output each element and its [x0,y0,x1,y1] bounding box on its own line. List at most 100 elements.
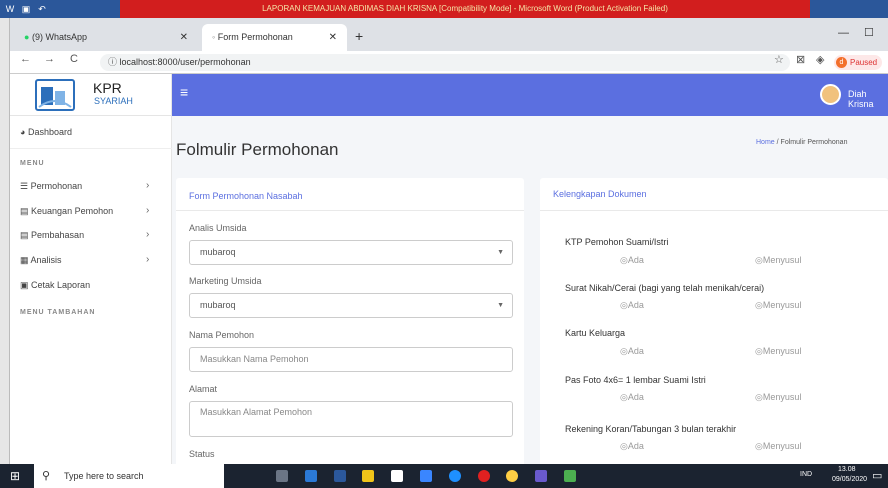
radio-menyusul[interactable]: ◎Menyusul [755,441,801,452]
sidebar-item-analisis[interactable]: ▦ Analisis [20,255,62,266]
close-icon[interactable]: ✕ [180,24,188,51]
chevron-right-icon[interactable]: › [146,254,149,265]
edge-icon[interactable] [449,470,461,482]
sidebar-item-keuangan-pemohon[interactable]: ▤ Keuangan Pemohon [20,206,113,217]
breadcrumb-current: Folmulir Permohonan [780,139,848,146]
dashboard-icon: ◕ [20,127,26,137]
store-icon[interactable] [362,470,374,482]
reload-icon[interactable]: C [70,53,78,65]
user-avatar[interactable] [820,84,841,105]
chevron-right-icon[interactable]: › [146,180,149,191]
breadcrumb: Home / Folmulir Permohonan [756,139,847,146]
app-icon-2[interactable] [564,470,576,482]
hamburger-menu-icon[interactable]: ≡ [180,84,188,100]
chevron-right-icon[interactable]: › [146,229,149,240]
extension-icon[interactable]: ⊠ [796,53,805,66]
taskbar-search[interactable]: Type here to search [34,464,224,488]
option-label: Ada [627,392,644,402]
chevron-down-icon: ▼ [497,302,504,309]
radio-menyusul[interactable]: ◎Menyusul [755,392,801,403]
sidebar-label: Keuangan Pemohon [31,206,114,216]
option-label: Menyusul [762,392,802,402]
page-title: Folmulir Permohonan [176,140,339,159]
clock-time[interactable]: 13.08 [838,466,856,473]
sidebar-label: Dashboard [27,127,72,137]
tab-whatsapp[interactable]: ● (9) WhatsApp ✕ [14,24,198,51]
sidebar-label: Analisis [30,255,62,265]
radio-ada[interactable]: ◎Ada [620,346,644,357]
chevron-right-icon[interactable]: › [146,205,149,216]
radio-menyusul[interactable]: ◎Menyusul [755,300,801,311]
card-divider [176,210,524,211]
word-icon[interactable]: W [4,3,16,15]
nama-input[interactable]: Masukkan Nama Pemohon [189,347,513,372]
sidebar-item-cetak-laporan[interactable]: ▣ Cetak Laporan [20,280,90,291]
radio-ada[interactable]: ◎Ada [620,300,644,311]
analis-select[interactable]: mubaroq ▼ [189,240,513,265]
notepad-icon[interactable] [391,470,403,482]
print-icon: ▣ [20,280,29,290]
radio-menyusul[interactable]: ◎Menyusul [755,255,801,266]
extension-icon-2[interactable]: ◈ [816,53,824,66]
forward-icon[interactable]: → [44,53,55,65]
radio-ada[interactable]: ◎Ada [620,255,644,266]
info-icon: ⓘ [108,57,118,67]
alamat-label: Alamat [189,384,218,394]
tab-label: (9) WhatsApp [31,32,87,42]
sidebar-label: Pembahasan [31,230,85,240]
analis-label: Analis Umsida [189,223,247,233]
doc-pas-foto: Pas Foto 4x6= 1 lembar Suami Istri [565,375,706,385]
table-icon: ▦ [20,255,29,265]
language-indicator[interactable]: IND [800,471,812,478]
breadcrumb-sep: / [776,139,779,146]
chrome-icon[interactable] [506,470,518,482]
nama-label: Nama Pemohon [189,330,255,340]
word-title: LAPORAN KEMAJUAN ABDIMAS DIAH KRISNA [Co… [120,0,810,18]
nama-placeholder: Masukkan Nama Pemohon [200,354,309,364]
windows-start-icon[interactable]: ⊞ [10,469,20,483]
analis-value: mubaroq [200,247,236,257]
alamat-placeholder: Masukkan Alamat Pemohon [200,407,313,417]
opera-icon[interactable] [478,470,490,482]
sidebar-item-dashboard[interactable]: ◕ Dashboard [20,127,72,137]
save-icon[interactable]: ▣ [20,3,32,15]
doc-ktp: KTP Pemohon Suami/Istri [565,237,669,247]
new-tab-icon[interactable]: + [355,28,363,44]
maximize-icon[interactable]: ☐ [864,26,874,39]
radio-ada[interactable]: ◎Ada [620,441,644,452]
radio-menyusul[interactable]: ◎Menyusul [755,346,801,357]
doc-rekening: Rekening Koran/Tabungan 3 bulan terakhir [565,424,737,434]
sidebar-item-pembahasan[interactable]: ▤ Pembahasan [20,230,84,241]
bookmark-star-icon[interactable]: ☆ [774,53,784,66]
marketing-select[interactable]: mubaroq ▼ [189,293,513,318]
url-bar[interactable]: ⓘ localhost:8000/user/permohonan [100,54,790,71]
alamat-textarea[interactable]: Masukkan Alamat Pemohon [189,401,513,437]
radio-ada[interactable]: ◎Ada [620,392,644,403]
option-label: Ada [627,441,644,451]
app-icon[interactable] [420,470,432,482]
tab-form-permohonan[interactable]: ◦ Form Permohonan ✕ [202,24,347,51]
profile-avatar: d [836,57,847,68]
document-icon: ▤ [20,230,29,240]
logo-syariah: SYARIAH [94,96,133,106]
back-icon[interactable]: ← [20,53,31,65]
user-name[interactable]: Diah Krisna [848,89,888,109]
word-taskbar-icon[interactable] [334,470,346,482]
task-view-icon[interactable] [276,470,288,482]
whatsapp-icon: ● [24,32,30,42]
undo-icon[interactable]: ↶ [36,3,48,15]
clock-date[interactable]: 09/05/2020 [832,476,867,483]
close-icon[interactable]: ✕ [329,24,337,51]
card-divider [540,210,888,211]
breadcrumb-home[interactable]: Home [756,139,775,146]
doc-surat-nikah: Surat Nikah/Cerai (bagi yang telah menik… [565,283,765,293]
option-label: Menyusul [762,255,802,265]
option-label: Ada [627,255,644,265]
app-header [172,74,888,116]
notification-icon[interactable]: ▭ [872,469,882,482]
minimize-icon[interactable]: — [838,27,849,39]
sidebar-item-permohonan[interactable]: ☰ Permohonan [20,181,82,192]
search-icon: ⚲ [42,470,51,482]
php-icon[interactable] [535,470,547,482]
file-explorer-icon[interactable] [305,470,317,482]
